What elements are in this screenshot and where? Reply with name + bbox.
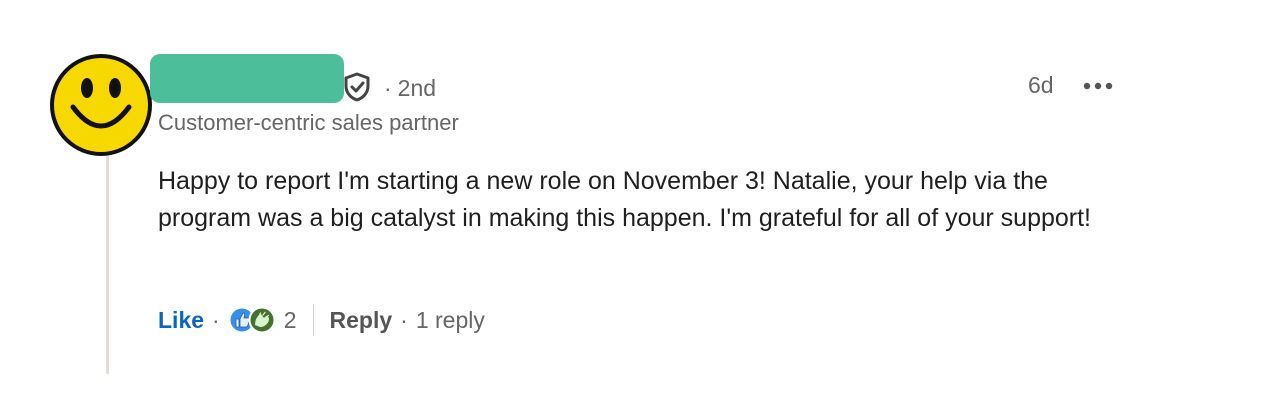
reactions-summary[interactable]: 2 [228,306,297,334]
thread-line [106,152,109,374]
celebrate-reaction-icon [248,306,276,334]
reaction-icons [228,306,276,334]
reaction-count: 2 [283,306,297,333]
more-options-icon[interactable] [1082,76,1114,96]
degree-label: 2nd [397,75,437,101]
action-separator: · [212,306,220,333]
degree-separator: · [384,75,392,101]
comment-actions: Like · 2 Reply · 1 reply [158,300,485,340]
replies-link[interactable]: 1 reply [416,307,485,334]
reply-button[interactable]: Reply [330,307,393,334]
connection-degree: · 2nd [384,73,436,103]
reply-separator: · [400,306,408,333]
comment-text: Happy to report I'm starting a new role … [158,167,1092,232]
comment-timestamp: 6d [1028,72,1054,98]
author-name-redacted[interactable] [150,54,344,103]
like-button[interactable]: Like [158,307,204,334]
author-headline: Customer-centric sales partner [158,110,459,135]
verified-shield-icon [344,72,370,102]
smiley-face-icon[interactable] [49,53,153,157]
actions-divider [312,304,314,336]
